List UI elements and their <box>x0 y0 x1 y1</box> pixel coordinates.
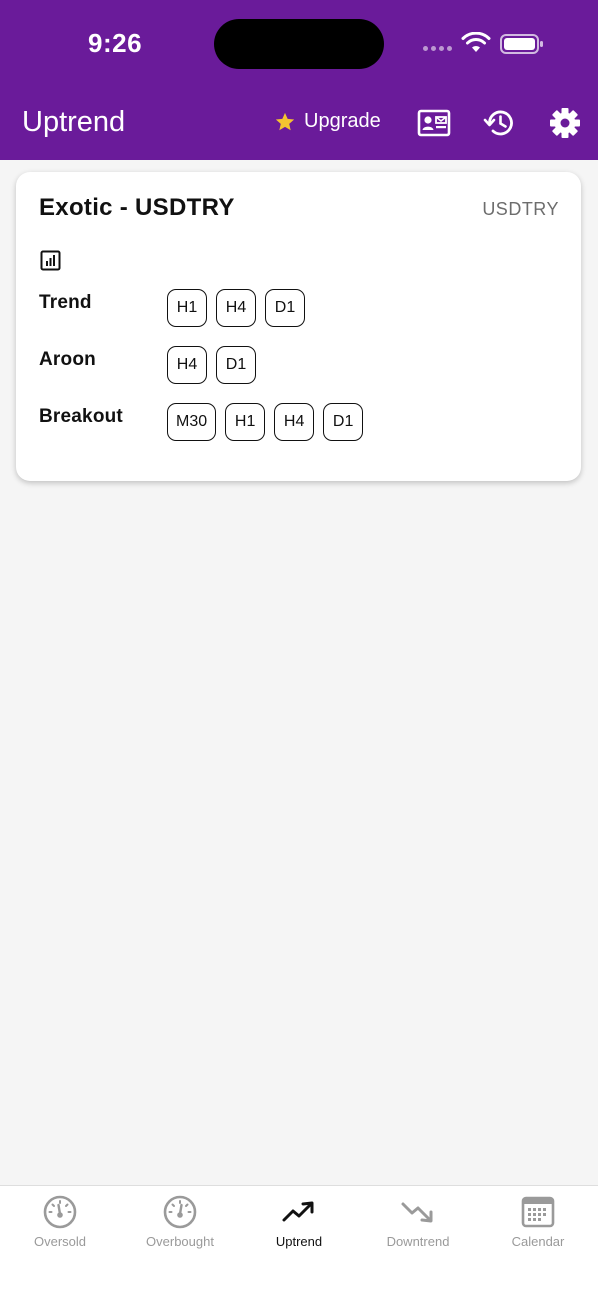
card-title: Exotic - USDTRY <box>39 194 235 221</box>
star-icon <box>275 112 295 130</box>
nav-label: Oversold <box>33 1234 87 1249</box>
chip-h1[interactable]: H1 <box>167 289 207 327</box>
card-symbol: USDTRY <box>482 199 559 219</box>
chip-h4[interactable]: H4 <box>167 346 207 384</box>
upgrade-button[interactable]: Upgrade <box>274 110 381 133</box>
nav-downtrend[interactable]: Downtrend <box>358 1194 478 1249</box>
gear-icon[interactable] <box>548 106 582 140</box>
gauge-icon <box>43 1195 77 1229</box>
history-icon[interactable] <box>483 106 517 140</box>
nav-oversold[interactable]: Oversold <box>0 1194 120 1249</box>
trending-up-icon <box>282 1201 314 1222</box>
chip-d1[interactable]: D1 <box>323 403 364 441</box>
nav-uptrend[interactable]: Uptrend <box>239 1194 359 1249</box>
signal-icon <box>423 46 452 51</box>
dynamic-island <box>214 19 384 69</box>
chip-h4[interactable]: H4 <box>216 289 256 327</box>
page-title: Uptrend <box>22 106 126 138</box>
nav-overbought[interactable]: Overbought <box>120 1194 240 1249</box>
row-label: Breakout <box>39 406 123 427</box>
app-header: 9:26 Uptrend Upgrade <box>0 0 598 160</box>
calendar-icon <box>521 1196 555 1228</box>
chip-group: H4 D1 <box>167 346 256 384</box>
chip-m30[interactable]: M30 <box>167 403 217 441</box>
status-time: 9:26 <box>88 28 143 58</box>
bar-chart-icon[interactable] <box>40 250 61 271</box>
wifi-icon <box>461 32 491 52</box>
chip-group: H1 H4 D1 <box>167 289 305 327</box>
row-label: Aroon <box>39 349 96 370</box>
chip-d1[interactable]: D1 <box>216 346 256 384</box>
chip-d1[interactable]: D1 <box>265 289 305 327</box>
nav-calendar[interactable]: Calendar <box>478 1194 598 1249</box>
signal-card[interactable]: Exotic - USDTRY USDTRY Trend H1 H4 D1 Ar… <box>16 172 581 481</box>
battery-icon <box>500 34 543 54</box>
row-label: Trend <box>39 292 92 313</box>
gauge-icon <box>163 1195 197 1229</box>
chip-h1[interactable]: H1 <box>225 403 266 441</box>
nav-label: Uptrend <box>275 1234 323 1249</box>
bottom-nav: Oversold Overbought Uptrend Downtrend Ca… <box>0 1185 598 1301</box>
chip-group: M30 H1 H4 D1 <box>167 403 364 441</box>
contact-card-icon[interactable] <box>417 106 451 140</box>
nav-label: Overbought <box>146 1234 214 1249</box>
chip-h4[interactable]: H4 <box>274 403 315 441</box>
nav-label: Calendar <box>511 1234 565 1249</box>
upgrade-label: Upgrade <box>304 110 381 132</box>
trending-down-icon <box>401 1202 433 1223</box>
nav-label: Downtrend <box>386 1234 450 1249</box>
